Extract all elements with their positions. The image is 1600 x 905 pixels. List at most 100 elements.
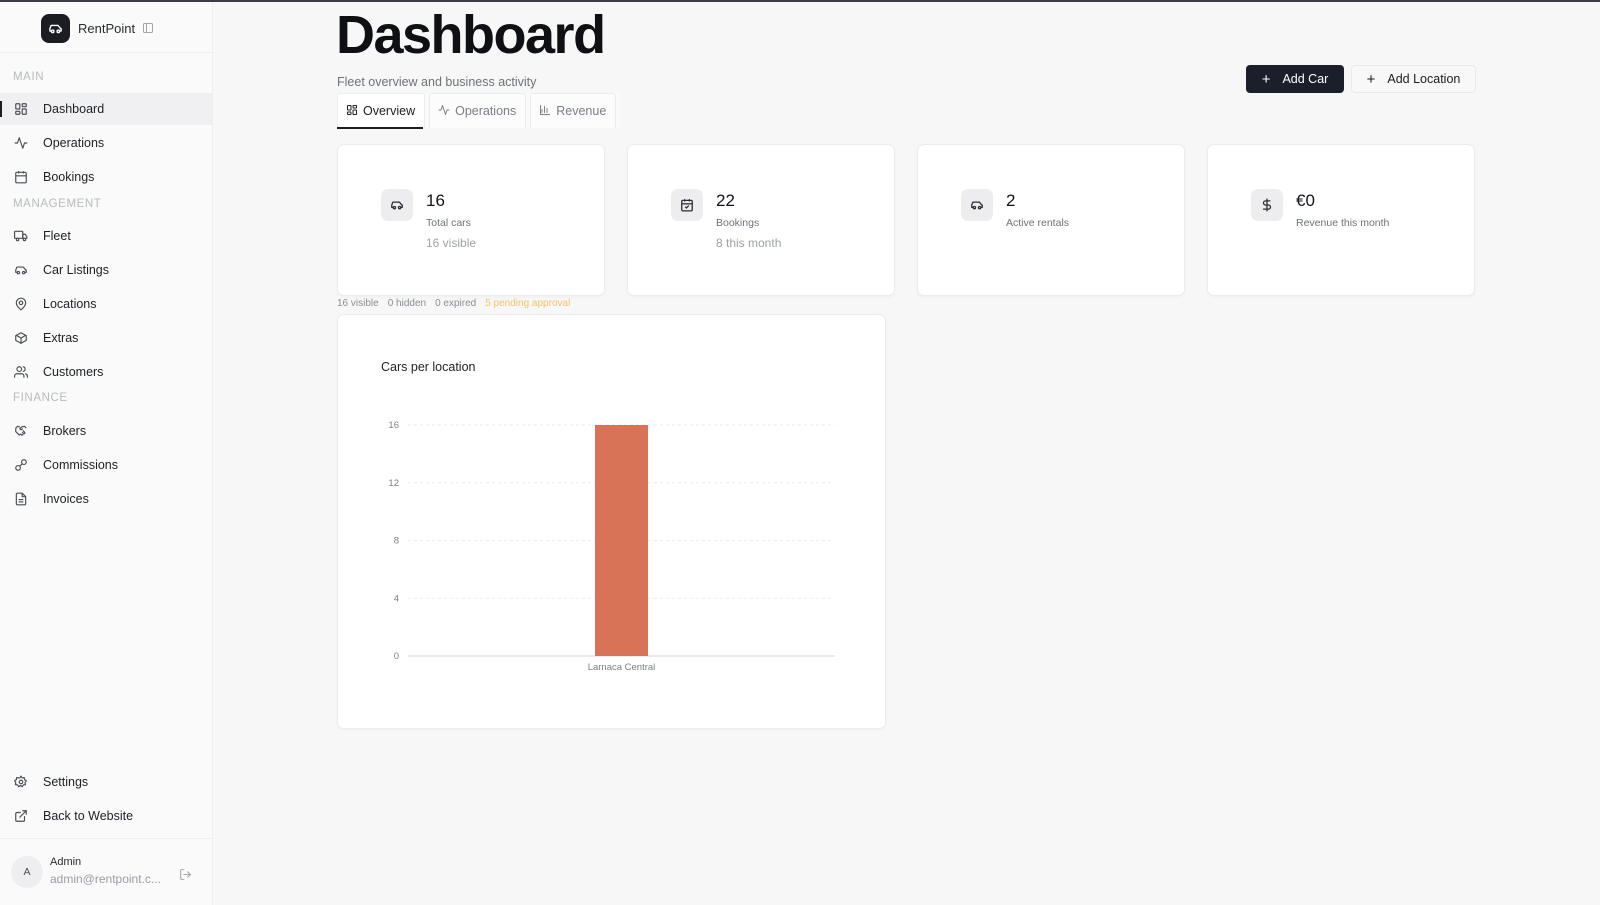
avatar: A <box>11 855 43 888</box>
tab-bar: Overview Operations Revenue <box>337 93 621 128</box>
sidebar-item-label: Settings <box>43 775 89 789</box>
x-tick-label: Larnaca Central <box>588 662 656 673</box>
section-finance: Finance <box>13 392 68 404</box>
hidden-count: 0 hidden <box>387 298 427 309</box>
section-main: Main <box>13 71 45 83</box>
tab-label: Revenue <box>556 104 607 118</box>
calendar-icon <box>671 189 703 221</box>
expired-count: 0 expired <box>435 298 477 309</box>
sidebar-item-invoices[interactable]: Invoices <box>0 483 212 515</box>
sidebar-item-label: Dashboard <box>43 102 105 116</box>
sidebar-toggle-icon[interactable] <box>142 22 154 34</box>
cars-per-location-chart: 0 4 8 12 16 Larnaca Central <box>388 420 835 673</box>
sidebar-item-settings[interactable]: Settings <box>0 766 212 798</box>
bar <box>595 425 648 656</box>
stat-card-revenue: €0 Revenue this month <box>1207 144 1475 296</box>
stat-label: Active rentals <box>1006 217 1070 229</box>
page-title: Dashboard <box>336 5 606 65</box>
sidebar-item-label: Customers <box>43 365 104 379</box>
stat-value: 16 <box>426 191 445 210</box>
bar-chart-icon <box>539 104 551 119</box>
page-subtitle: Fleet overview and business activity <box>337 75 537 89</box>
y-tick-label: 8 <box>394 536 399 547</box>
truck-icon <box>13 228 29 244</box>
sidebar-item-locations[interactable]: Locations <box>0 288 212 320</box>
sidebar-item-dashboard[interactable]: Dashboard <box>0 93 212 125</box>
stat-label: Bookings <box>716 217 760 229</box>
sidebar: RentPoint Main Dashboard Operations Book… <box>0 2 213 905</box>
logout-icon[interactable] <box>179 868 192 886</box>
sidebar-item-label: Back to Website <box>43 809 134 823</box>
stat-sub: 8 this month <box>716 236 782 250</box>
link-icon <box>13 457 29 473</box>
divider <box>0 52 212 53</box>
stat-label: Revenue this month <box>1296 217 1390 229</box>
tab-overview[interactable]: Overview <box>337 93 426 128</box>
section-management: Management <box>13 198 102 210</box>
external-link-icon <box>13 808 29 824</box>
sidebar-item-brokers[interactable]: Brokers <box>0 415 212 447</box>
add-car-button[interactable]: + Add Car <box>1246 65 1344 93</box>
tab-operations[interactable]: Operations <box>429 93 527 128</box>
car-icon <box>13 262 29 278</box>
sidebar-item-label: Operations <box>43 136 105 150</box>
calendar-icon <box>13 169 29 185</box>
sidebar-item-commissions[interactable]: Commissions <box>0 449 212 481</box>
stat-value: €0 <box>1296 191 1315 210</box>
sidebar-item-label: Locations <box>43 297 97 311</box>
fleet-status-bar: 16 visible 0 hidden 0 expired 5 pending … <box>337 298 579 309</box>
car-icon <box>381 189 413 221</box>
plus-icon: + <box>1261 70 1271 88</box>
active-tab-indicator <box>337 127 423 129</box>
sidebar-item-label: Commissions <box>43 458 119 472</box>
sidebar-item-label: Brokers <box>43 424 87 438</box>
stat-card-active-rentals: 2 Active rentals <box>917 144 1185 296</box>
y-tick-label: 12 <box>388 478 399 489</box>
stat-label: Total cars <box>426 217 471 229</box>
user-email: admin@rentpoint.c... <box>50 872 161 886</box>
sidebar-item-label: Extras <box>43 331 79 345</box>
tab-revenue[interactable]: Revenue <box>530 93 617 128</box>
stat-card-total-cars: 16 Total cars 16 visible <box>337 144 605 296</box>
sidebar-item-bookings[interactable]: Bookings <box>0 161 212 193</box>
add-car-label: Add Car <box>1282 72 1329 86</box>
grid-icon <box>346 104 358 119</box>
pending-approval-count[interactable]: 5 pending approval <box>485 298 570 309</box>
visible-count: 16 visible <box>337 298 379 309</box>
brand[interactable]: RentPoint <box>41 13 154 43</box>
y-tick-label: 0 <box>394 651 399 662</box>
y-tick-label: 16 <box>388 420 399 431</box>
sidebar-item-extras[interactable]: Extras <box>0 322 212 354</box>
stat-value: 22 <box>716 191 735 210</box>
top-border <box>0 0 1600 2</box>
dollar-icon <box>1251 189 1283 221</box>
chart-card: Cars per location 0 4 8 12 16 Larnaca Central <box>337 314 886 729</box>
grid-icon <box>13 101 29 117</box>
map-pin-icon <box>13 296 29 312</box>
handshake-icon <box>13 423 29 439</box>
plus-icon: + <box>1366 70 1376 88</box>
car-icon <box>961 189 993 221</box>
car-logo-icon <box>41 13 70 43</box>
add-location-button[interactable]: + Add Location <box>1351 65 1476 93</box>
users-icon <box>13 364 29 380</box>
user-profile[interactable]: A Admin admin@rentpoint.c... <box>11 855 161 888</box>
sidebar-item-label: Fleet <box>43 229 71 243</box>
sidebar-item-customers[interactable]: Customers <box>0 356 212 388</box>
sidebar-item-operations[interactable]: Operations <box>0 127 212 159</box>
sidebar-item-back-to-website[interactable]: Back to Website <box>0 800 212 832</box>
sidebar-item-fleet[interactable]: Fleet <box>0 220 212 252</box>
y-tick-label: 4 <box>394 593 399 604</box>
brand-name: RentPoint <box>78 20 136 36</box>
add-location-label: Add Location <box>1387 72 1461 86</box>
stat-card-bookings: 22 Bookings 8 this month <box>627 144 895 296</box>
user-name: Admin <box>50 856 82 868</box>
gear-icon <box>13 774 29 790</box>
sidebar-item-label: Car Listings <box>43 263 109 277</box>
stat-sub: 16 visible <box>426 236 477 250</box>
sidebar-item-label: Invoices <box>43 492 89 506</box>
sidebar-item-car-listings[interactable]: Car Listings <box>0 254 212 286</box>
tab-label: Operations <box>455 104 517 118</box>
activity-icon <box>13 135 29 151</box>
box-icon <box>13 330 29 346</box>
